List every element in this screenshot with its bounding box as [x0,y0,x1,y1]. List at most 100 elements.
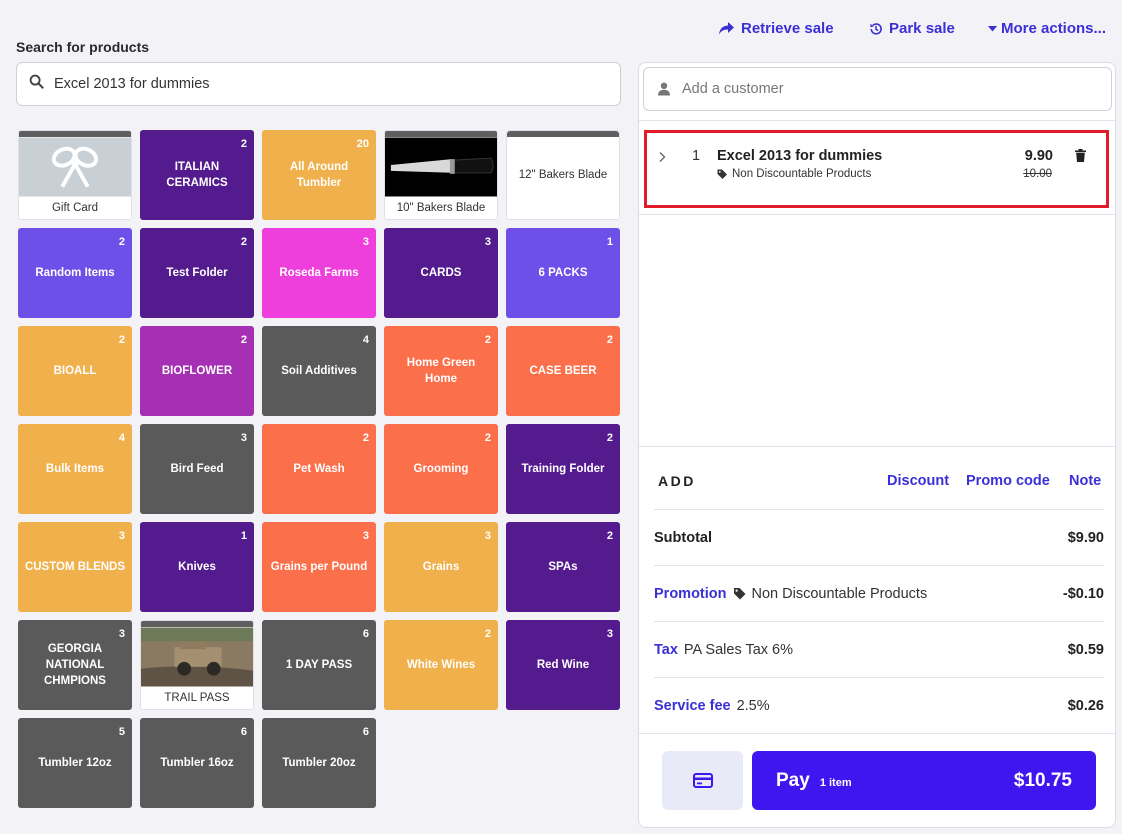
promo-code-link[interactable]: Promo code [966,473,1050,489]
tile-label: SPAs [548,561,578,573]
more-actions-button[interactable]: More actions... [988,20,1106,37]
subtotal-amount: $9.90 [1067,529,1104,546]
product-tile[interactable]: 2 SPAs [506,522,620,612]
product-tile[interactable]: 3 CARDS [384,228,498,318]
pay-button[interactable]: Pay 1 item $10.75 [752,751,1096,810]
search-input[interactable] [54,76,594,92]
retrieve-sale-button[interactable]: Retrieve sale [718,20,834,37]
tile-count: 3 [484,236,491,248]
product-grid: Gift Card 2 ITALIAN CERAMICS 20 All Around T… [18,130,620,808]
product-tile[interactable]: 2 ITALIAN CERAMICS [140,130,254,220]
more-actions-label: More actions... [1001,20,1107,37]
customer-field[interactable] [643,67,1112,111]
product-tile[interactable]: 1 6 PACKS [506,228,620,318]
add-row: ADD Discount Promo code Note [658,473,1105,493]
service-fee-detail: 2.5% [736,697,770,714]
card-payment-button[interactable] [662,751,743,810]
product-tile[interactable]: 12" Bakers Blade [506,130,620,220]
product-tile[interactable]: 2 White Wines [384,620,498,710]
tile-count: 2 [484,334,491,346]
tags-icon [733,587,745,599]
tile-count: 6 [362,726,369,738]
pay-amount: $10.75 [1013,769,1072,791]
product-tile[interactable]: TRAIL PASS [140,620,254,710]
promotion-detail: Non Discountable Products [733,586,927,602]
search-box[interactable] [16,62,621,106]
product-tile[interactable]: 2 Test Folder [140,228,254,318]
tile-label: Soil Additives [281,365,357,377]
tile-label: Bird Feed [170,463,224,475]
product-tile[interactable]: 3 Bird Feed [140,424,254,514]
note-link[interactable]: Note [1069,473,1101,489]
tile-count: 3 [606,628,613,640]
product-tile[interactable]: 6 1 DAY PASS [262,620,376,710]
tile-label: Tumbler 12oz [38,757,112,769]
product-tile[interactable]: 2 Grooming [384,424,498,514]
product-tile[interactable]: 3 CUSTOM BLENDS [18,522,132,612]
product-tile[interactable]: 2 BIOFLOWER [140,326,254,416]
tile-label: CUSTOM BLENDS [24,561,126,573]
tile-count: 3 [118,628,125,640]
product-tile[interactable]: 3 GEORGIA NATIONAL CHMPIONS [18,620,132,710]
tile-label: Tumbler 16oz [160,757,234,769]
tile-label: Grooming [413,463,469,475]
product-tile[interactable]: 1 Knives [140,522,254,612]
tax-link[interactable]: Tax [654,642,678,658]
tile-label: BIOFLOWER [161,365,233,377]
customer-input[interactable] [682,81,1082,97]
pay-label: Pay [776,769,810,791]
tile-count: 1 [606,236,613,248]
tile-label: BIOALL [53,365,97,377]
park-sale-button[interactable]: Park sale [869,20,955,37]
product-tile[interactable]: 6 Tumbler 20oz [262,718,376,808]
tile-label: 10" Bakers Blade [396,202,486,214]
divider [639,214,1115,215]
product-tile[interactable]: Gift Card [18,130,132,220]
product-tile[interactable]: 2 BIOALL [18,326,132,416]
product-tile[interactable]: 2 CASE BEER [506,326,620,416]
trash-icon[interactable] [1075,149,1086,167]
cart-line-item[interactable]: 1 Excel 2013 for dummies Non Discountabl… [644,130,1109,208]
product-tile[interactable]: 2 Home Green Home [384,326,498,416]
discount-link[interactable]: Discount [887,473,949,489]
product-tile[interactable]: 3 Red Wine [506,620,620,710]
item-name: Excel 2013 for dummies [717,148,883,164]
tile-label: Training Folder [521,463,605,475]
item-tag: Non Discountable Products [717,168,871,180]
tile-label: ITALIAN CERAMICS [166,161,228,189]
user-icon [658,82,670,96]
tile-label: GEORGIA NATIONAL CHMPIONS [44,643,106,687]
service-fee-link[interactable]: Service fee [654,698,731,714]
tile-label: TRAIL PASS [164,692,230,704]
product-tile[interactable]: 2 Training Folder [506,424,620,514]
product-tile[interactable]: 3 Grains per Pound [262,522,376,612]
product-tile[interactable]: 6 Tumbler 16oz [140,718,254,808]
tile-label: Red Wine [536,659,590,671]
tile-topbar [385,131,497,137]
tile-count: 2 [118,236,125,248]
product-tile[interactable]: 3 Grains [384,522,498,612]
tile-topbar [507,131,619,137]
tile-count: 2 [240,236,247,248]
product-tile[interactable]: 2 Pet Wash [262,424,376,514]
product-tile[interactable]: 2 Random Items [18,228,132,318]
item-tag-label: Non Discountable Products [732,168,872,180]
tile-count: 6 [240,726,247,738]
history-icon [870,22,882,35]
product-tile[interactable]: 3 Roseda Farms [262,228,376,318]
promotion-row: Promotion Non Discountable Products -$0.… [654,565,1104,621]
product-tile[interactable]: 10" Bakers Blade [384,130,498,220]
product-image [385,137,497,197]
product-tile[interactable]: 20 All Around Tumbler [262,130,376,220]
product-tile[interactable]: 4 Soil Additives [262,326,376,416]
tile-count: 2 [606,530,613,542]
product-tile[interactable]: 4 Bulk Items [18,424,132,514]
header-actions: Retrieve sale Park sale More actions... [718,20,1108,42]
tile-label: Random Items [35,267,115,279]
product-tile[interactable]: 5 Tumbler 12oz [18,718,132,808]
tile-count: 20 [356,138,369,150]
tile-label: Roseda Farms [279,267,359,279]
chevron-right-icon[interactable] [658,150,666,166]
promotion-amount: -$0.10 [1062,585,1104,602]
promotion-link[interactable]: Promotion [654,586,727,602]
